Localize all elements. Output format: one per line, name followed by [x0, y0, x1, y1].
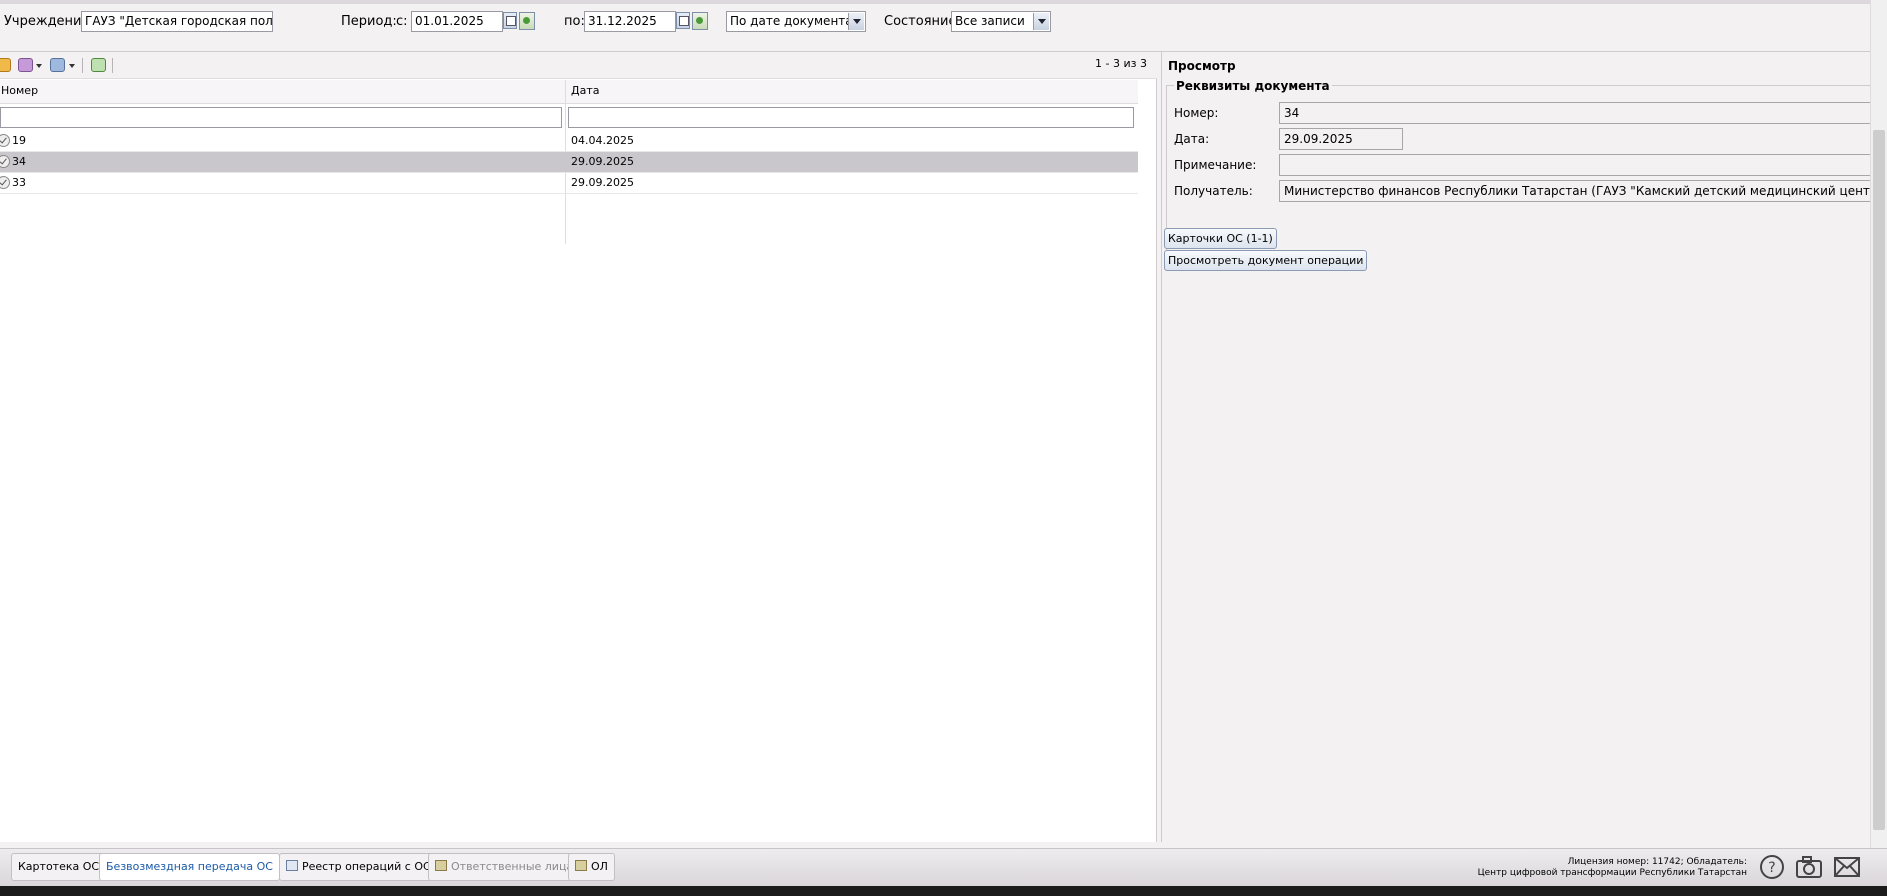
- filter-bar: Учреждение: ГАУЗ "Детская городская поли…: [0, 0, 1870, 52]
- chevron-down-icon[interactable]: [1033, 13, 1049, 30]
- document-detail-panel: Просмотр Реквизиты документа Номер: 34 Д…: [1161, 52, 1871, 842]
- status-check-icon: [0, 155, 10, 168]
- table-row[interactable]: 34 29.09.2025: [0, 152, 1138, 173]
- add-icon[interactable]: [18, 58, 33, 72]
- cell-number: 33: [12, 176, 26, 189]
- people-icon: [435, 860, 447, 871]
- cell-number: 34: [12, 155, 26, 168]
- print-icon[interactable]: [50, 58, 65, 72]
- column-header-date[interactable]: Дата: [566, 80, 1138, 104]
- recipient-value: Министерство финансов Республики Татарст…: [1279, 180, 1871, 202]
- license-line-1: Лицензия номер: 11742; Обладатель:: [1567, 857, 1747, 867]
- mail-icon[interactable]: [1833, 854, 1861, 880]
- state-select[interactable]: Все записи: [951, 11, 1051, 32]
- pager-info: 1 - 3 из 3: [1095, 57, 1147, 70]
- scrollbar-thumb[interactable]: [1873, 130, 1885, 830]
- date-to-field[interactable]: 31.12.2025: [584, 11, 676, 32]
- period-label: Период:: [341, 14, 397, 29]
- note-label: Примечание:: [1174, 158, 1257, 172]
- tab-label: Ответственные лица: [451, 860, 574, 873]
- chevron-down-icon[interactable]: [69, 64, 75, 68]
- tab-label: ОЛ: [591, 860, 608, 873]
- date-filter-input[interactable]: [568, 107, 1134, 128]
- view-operation-doc-button[interactable]: Просмотреть документ операции: [1164, 250, 1368, 271]
- os-taskbar-strip: [0, 886, 1887, 896]
- tab-ol[interactable]: ОЛ: [568, 853, 615, 881]
- state-label: Состояние:: [884, 14, 961, 29]
- people-icon: [575, 860, 587, 871]
- window-taskbar: Картотека ОС Безвозмездная передача ОС Р…: [0, 848, 1887, 886]
- table-row[interactable]: 19 04.04.2025: [0, 131, 1138, 152]
- refresh-icon[interactable]: [91, 58, 106, 72]
- tab-asset-register[interactable]: Картотека ОС: [11, 853, 107, 881]
- table-row[interactable]: 33 29.09.2025: [0, 173, 1138, 194]
- camera-icon[interactable]: [1795, 854, 1823, 880]
- number-label: Номер:: [1174, 106, 1219, 120]
- tab-responsible-persons[interactable]: Ответственные лица: [428, 853, 581, 881]
- date-label: Дата:: [1174, 132, 1210, 146]
- status-check-icon: [0, 134, 10, 147]
- date-picker-from-icon[interactable]: [519, 12, 535, 30]
- to-label: по:: [564, 14, 585, 29]
- date-from-field[interactable]: 01.01.2025: [411, 11, 503, 32]
- license-info: Лицензия номер: 11742; Обладатель: Центр…: [1478, 857, 1747, 879]
- calendar-from-icon[interactable]: [503, 12, 517, 29]
- number-filter-input[interactable]: [0, 107, 562, 128]
- note-value: [1279, 154, 1871, 176]
- cell-number: 19: [12, 134, 26, 147]
- calendar-to-icon[interactable]: [676, 12, 690, 29]
- page-scrollbar[interactable]: [1870, 0, 1887, 848]
- tab-label: Безвозмездная передача ОС: [106, 860, 273, 873]
- chevron-down-icon[interactable]: [36, 64, 42, 68]
- tab-operations-registry[interactable]: Реестр операций с ОС: [279, 853, 438, 881]
- state-value: Все записи: [955, 14, 1025, 28]
- detail-title: Просмотр: [1168, 59, 1236, 73]
- list-toolbar: 1 - 3 из 3: [0, 52, 1157, 79]
- column-header-number[interactable]: Номер: [0, 80, 565, 104]
- tab-label: Реестр операций с ОС: [302, 860, 431, 873]
- svg-text:?: ?: [1768, 860, 1775, 876]
- requisites-title: Реквизиты документа: [1174, 79, 1332, 93]
- document-list-panel: 1 - 3 из 3 Номер Дата 19 04.04.2025 34 2…: [0, 52, 1157, 842]
- cell-date: 04.04.2025: [571, 134, 634, 147]
- license-line-2: Центр цифровой трансформации Республики …: [1477, 868, 1747, 878]
- from-label: с:: [396, 14, 408, 29]
- help-icon[interactable]: ?: [1758, 854, 1786, 880]
- cell-date: 29.09.2025: [571, 176, 634, 189]
- tab-label: Картотека ОС: [18, 860, 100, 873]
- tab-free-transfer[interactable]: Безвозмездная передача ОС: [99, 853, 280, 881]
- date-value: 29.09.2025: [1279, 128, 1403, 150]
- recipient-label: Получатель:: [1174, 184, 1253, 198]
- date-mode-select[interactable]: По дате документа: [726, 11, 866, 32]
- date-mode-value: По дате документа: [730, 14, 853, 28]
- edit-icon[interactable]: [0, 58, 11, 72]
- toolbar-divider: [112, 58, 113, 73]
- chevron-down-icon[interactable]: [848, 13, 864, 30]
- toolbar-divider: [82, 58, 83, 73]
- cell-date: 29.09.2025: [571, 155, 634, 168]
- date-picker-to-icon[interactable]: [692, 12, 708, 30]
- registry-icon: [286, 860, 298, 871]
- asset-cards-button[interactable]: Карточки ОС (1-1): [1164, 228, 1277, 249]
- institution-field[interactable]: ГАУЗ "Детская городская поликл: [81, 11, 273, 32]
- number-value: 34: [1279, 102, 1871, 124]
- status-check-icon: [0, 176, 10, 189]
